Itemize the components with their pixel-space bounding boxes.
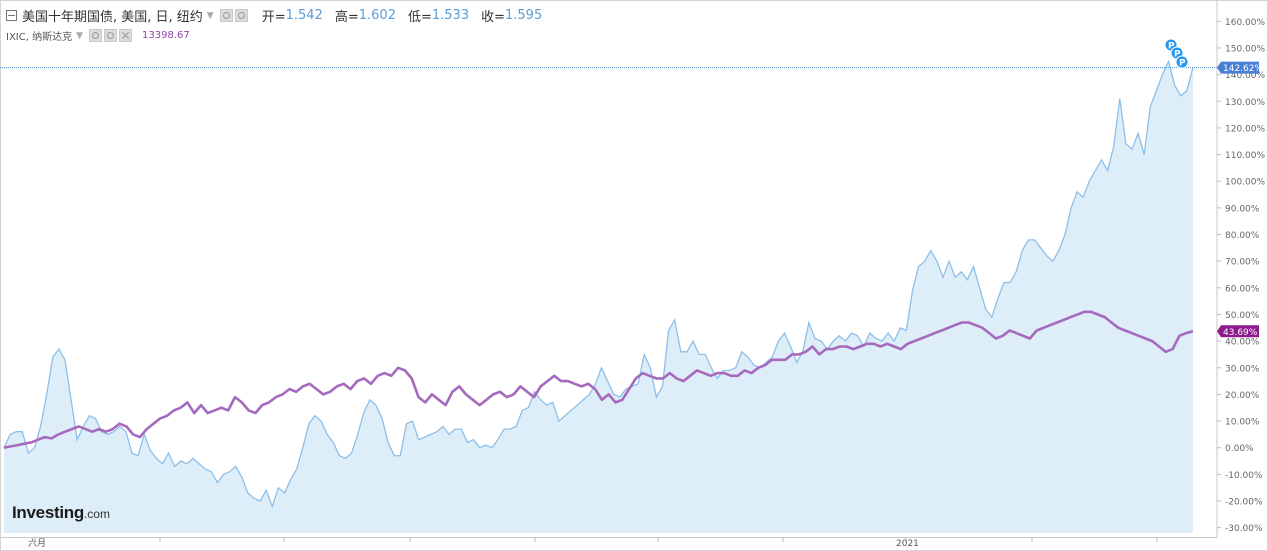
y-tick-label: -10.00% (1225, 471, 1263, 481)
y-tick-label: 130.00% (1225, 98, 1265, 108)
ohlc-close-label: 收= (481, 10, 505, 25)
price-chart[interactable]: 160.00%150.00%140.00%130.00%120.00%110.0… (0, 0, 1268, 551)
legend-main-series[interactable]: 美国十年期国债, 美国, 日, 纽约 ▼ 开= 1.542 高= 1.602 低= 1… (6, 6, 542, 25)
compare-series-title: IXIC, 纳斯达克 (6, 32, 73, 43)
y-tick-label: 90.00% (1225, 204, 1260, 214)
ohlc-close-value: 1.595 (505, 8, 543, 23)
visibility-icon[interactable] (104, 29, 118, 42)
ohlc-low-value: 1.533 (431, 8, 470, 23)
y-tick-label: -30.00% (1225, 524, 1263, 534)
last-value-label-ixic: 43.69% (1223, 328, 1258, 338)
y-tick-label: 150.00% (1225, 44, 1265, 54)
chevron-down-icon[interactable]: ▼ (207, 11, 214, 21)
y-tick-label: 120.00% (1225, 124, 1265, 134)
ohlc-low-label: 低= (407, 10, 432, 25)
y-tick-label: 80.00% (1225, 231, 1260, 241)
collapse-icon[interactable] (6, 10, 17, 21)
y-tick-label: -20.00% (1225, 498, 1263, 508)
compare-series-value: 13398.67 (142, 30, 190, 41)
y-tick-label: 50.00% (1225, 311, 1260, 321)
last-value-label-treasury: 142.62% (1223, 64, 1263, 74)
y-tick-label: 110.00% (1225, 151, 1265, 161)
y-tick-label: 10.00% (1225, 418, 1260, 428)
event-marker-label: P (1179, 59, 1186, 69)
ohlc-open-label: 开= (261, 10, 286, 25)
gear-icon[interactable] (219, 9, 233, 22)
ohlc-high-value: 1.602 (358, 8, 396, 23)
x-tick-label: 2021 (896, 539, 919, 549)
y-tick-label: 100.00% (1225, 178, 1265, 188)
y-tick-label: 60.00% (1225, 284, 1260, 294)
close-icon[interactable] (119, 29, 133, 42)
main-series-title: 美国十年期国债, 美国, 日, 纽约 (22, 10, 203, 25)
logo-brand: Investing (12, 503, 84, 522)
logo-suffix: .com (83, 507, 110, 521)
gear-icon[interactable] (89, 29, 103, 42)
y-tick-label: 30.00% (1225, 364, 1260, 374)
y-tick-label: 20.00% (1225, 391, 1260, 401)
x-tick-label: 六月 (28, 537, 46, 549)
ohlc-high-label: 高= (334, 10, 359, 25)
chevron-down-icon[interactable]: ▼ (76, 31, 83, 41)
investing-logo: Investing.com (12, 503, 110, 523)
legend-compare-series[interactable]: IXIC, 纳斯达克 ▼ 13398.67 (6, 28, 190, 43)
y-tick-label: 0.00% (1225, 444, 1254, 454)
y-tick-label: 40.00% (1225, 338, 1260, 348)
y-tick-label: 160.00% (1225, 18, 1265, 28)
ohlc-open-value: 1.542 (285, 8, 323, 23)
y-tick-label: 70.00% (1225, 258, 1260, 268)
visibility-icon[interactable] (234, 9, 248, 22)
